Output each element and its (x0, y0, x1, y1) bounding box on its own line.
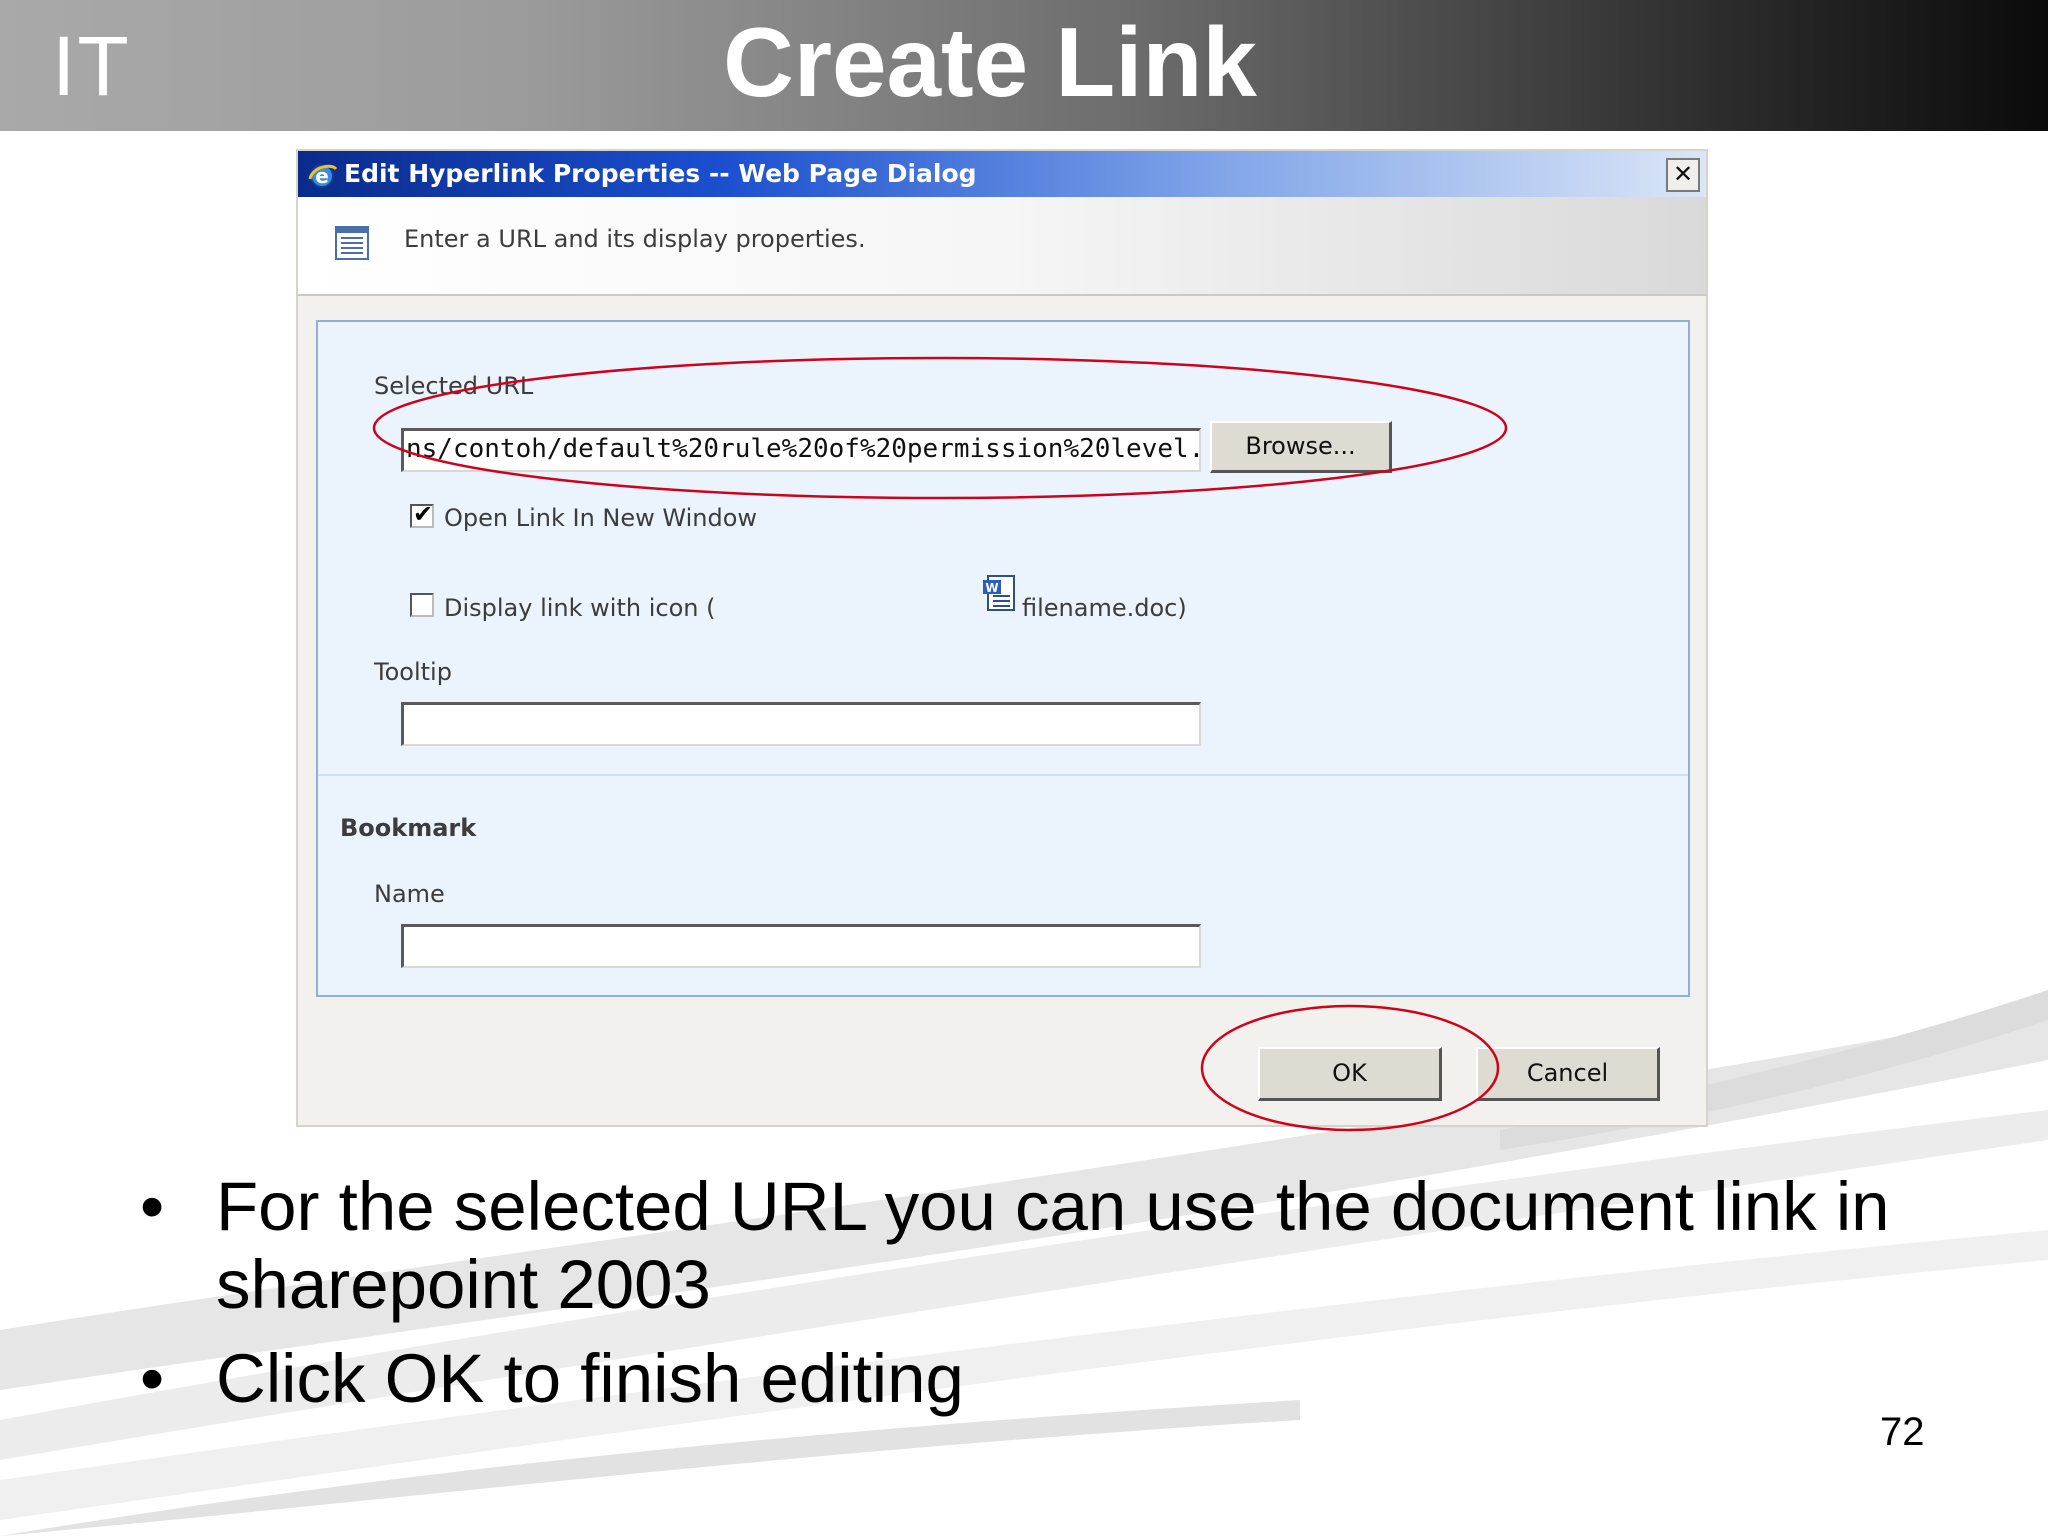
bullet-item: • For the selected URL you can use the d… (140, 1168, 1920, 1324)
display-link-icon-checkbox[interactable] (410, 593, 434, 617)
bookmark-heading: Bookmark (340, 814, 477, 842)
edit-hyperlink-dialog: e Edit Hyperlink Properties -- Web Page … (296, 149, 1708, 1127)
tooltip-input[interactable] (401, 702, 1201, 746)
cancel-button[interactable]: Cancel (1476, 1047, 1660, 1101)
svg-text:W: W (985, 581, 998, 595)
tooltip-label: Tooltip (374, 658, 452, 686)
dialog-panel: Selected URL ns/contoh/default%20rule%20… (316, 320, 1690, 997)
bullet-list: • For the selected URL you can use the d… (140, 1168, 1920, 1434)
bullet-symbol: • (140, 1168, 165, 1245)
open-new-window-checkbox[interactable]: ✔ (410, 500, 434, 528)
panel-divider (318, 774, 1688, 776)
slide-title: Create Link (723, 7, 1257, 117)
selected-url-input[interactable]: ns/contoh/default%20rule%20of%20permissi… (401, 428, 1201, 472)
dialog-titlebar[interactable]: e Edit Hyperlink Properties -- Web Page … (298, 151, 1706, 197)
bullet-item: • Click OK to finish editing (140, 1340, 1920, 1418)
page-number: 72 (1880, 1410, 1925, 1454)
dialog-description-band: Enter a URL and its display properties. (298, 197, 1706, 296)
close-button[interactable]: ✕ (1666, 158, 1700, 192)
bullet-symbol: • (140, 1340, 165, 1417)
bullet-text: Click OK to finish editing (216, 1340, 964, 1417)
display-link-icon-filename: filename.doc) (1022, 594, 1187, 622)
ok-button[interactable]: OK (1258, 1047, 1442, 1101)
slide-header: IT Create Link (0, 0, 2048, 131)
properties-list-icon (335, 226, 369, 260)
display-link-icon-label: Display link with icon ( (444, 594, 716, 622)
word-document-icon: W (983, 575, 1015, 611)
bullet-text: For the selected URL you can use the doc… (216, 1168, 1890, 1323)
internet-explorer-icon: e (308, 164, 338, 188)
open-new-window-label: Open Link In New Window (444, 504, 758, 532)
selected-url-label: Selected URL (374, 372, 534, 400)
bookmark-name-input[interactable] (401, 924, 1201, 968)
checkmark-icon: ✔ (413, 500, 434, 528)
it-logo: IT (52, 19, 131, 113)
browse-button[interactable]: Browse... (1210, 421, 1392, 473)
bookmark-name-label: Name (374, 880, 445, 908)
dialog-title: Edit Hyperlink Properties -- Web Page Di… (344, 159, 977, 188)
dialog-description: Enter a URL and its display properties. (404, 225, 866, 253)
